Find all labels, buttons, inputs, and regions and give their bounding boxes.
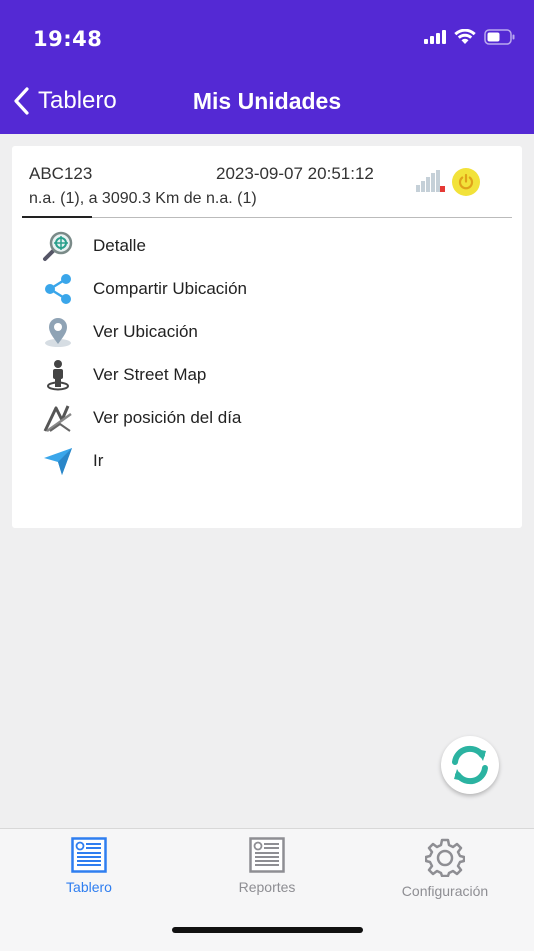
menu-item-compartir-ubicacion[interactable]: Compartir Ubicación	[12, 267, 522, 310]
page-title: Mis Unidades	[192, 88, 342, 114]
unit-datetime: 2023-09-07 20:51:12	[216, 164, 374, 183]
menu-label: Ver posición del día	[93, 407, 242, 427]
tab-tablero[interactable]: Tablero	[0, 837, 178, 895]
battery-icon	[484, 29, 515, 45]
menu-label: Compartir Ubicación	[93, 278, 247, 298]
menu-label: Detalle	[93, 235, 146, 255]
menu-label: Ver Street Map	[93, 364, 207, 384]
map-pin-icon	[40, 316, 76, 348]
street-person-icon	[40, 359, 76, 391]
menu-item-ver-posicion-del-dia[interactable]: Ver posición del día	[12, 396, 522, 439]
tab-label: Reportes	[238, 879, 296, 895]
divider-accent	[22, 216, 92, 218]
wifi-icon	[454, 29, 476, 44]
gear-icon	[425, 838, 465, 877]
tab-configuracion[interactable]: Configuración	[356, 837, 534, 899]
home-indicator	[172, 927, 363, 933]
menu-item-ver-ubicacion[interactable]: Ver Ubicación	[12, 310, 522, 353]
header: 19:48 Tablero Mis Unidades	[0, 0, 534, 134]
reports-icon	[249, 837, 285, 873]
dashboard-icon	[71, 837, 107, 873]
divider	[22, 217, 512, 218]
route-icon	[40, 402, 76, 434]
refresh-icon	[452, 745, 488, 785]
tab-reportes[interactable]: Reportes	[178, 837, 356, 895]
menu-label: Ir	[93, 450, 104, 470]
signal-strength-icon	[416, 170, 445, 192]
magnifier-target-icon	[40, 230, 76, 262]
unit-card: ABC123 2023-09-07 20:51:12 n.a. (1), a 3…	[12, 146, 522, 528]
navigate-arrow-icon	[40, 445, 76, 477]
menu-item-ir[interactable]: Ir	[12, 439, 522, 482]
refresh-button[interactable]	[441, 736, 499, 794]
status-icons	[424, 29, 516, 45]
share-icon	[40, 273, 76, 305]
unit-location: n.a. (1), a 3090.3 Km de n.a. (1)	[29, 190, 257, 207]
tab-label: Tablero	[66, 879, 112, 895]
menu-label: Ver Ubicación	[93, 321, 198, 341]
menu-item-ver-street-map[interactable]: Ver Street Map	[12, 353, 522, 396]
power-status-icon	[452, 168, 480, 196]
menu-item-detalle[interactable]: Detalle	[12, 224, 522, 267]
cellular-signal-icon	[424, 30, 446, 44]
unit-menu: Detalle Compartir Ubicación Ver Ubicació…	[12, 224, 522, 482]
tab-label: Configuración	[401, 883, 489, 899]
status-time: 19:48	[33, 27, 103, 51]
unit-name[interactable]: ABC123	[29, 164, 92, 184]
